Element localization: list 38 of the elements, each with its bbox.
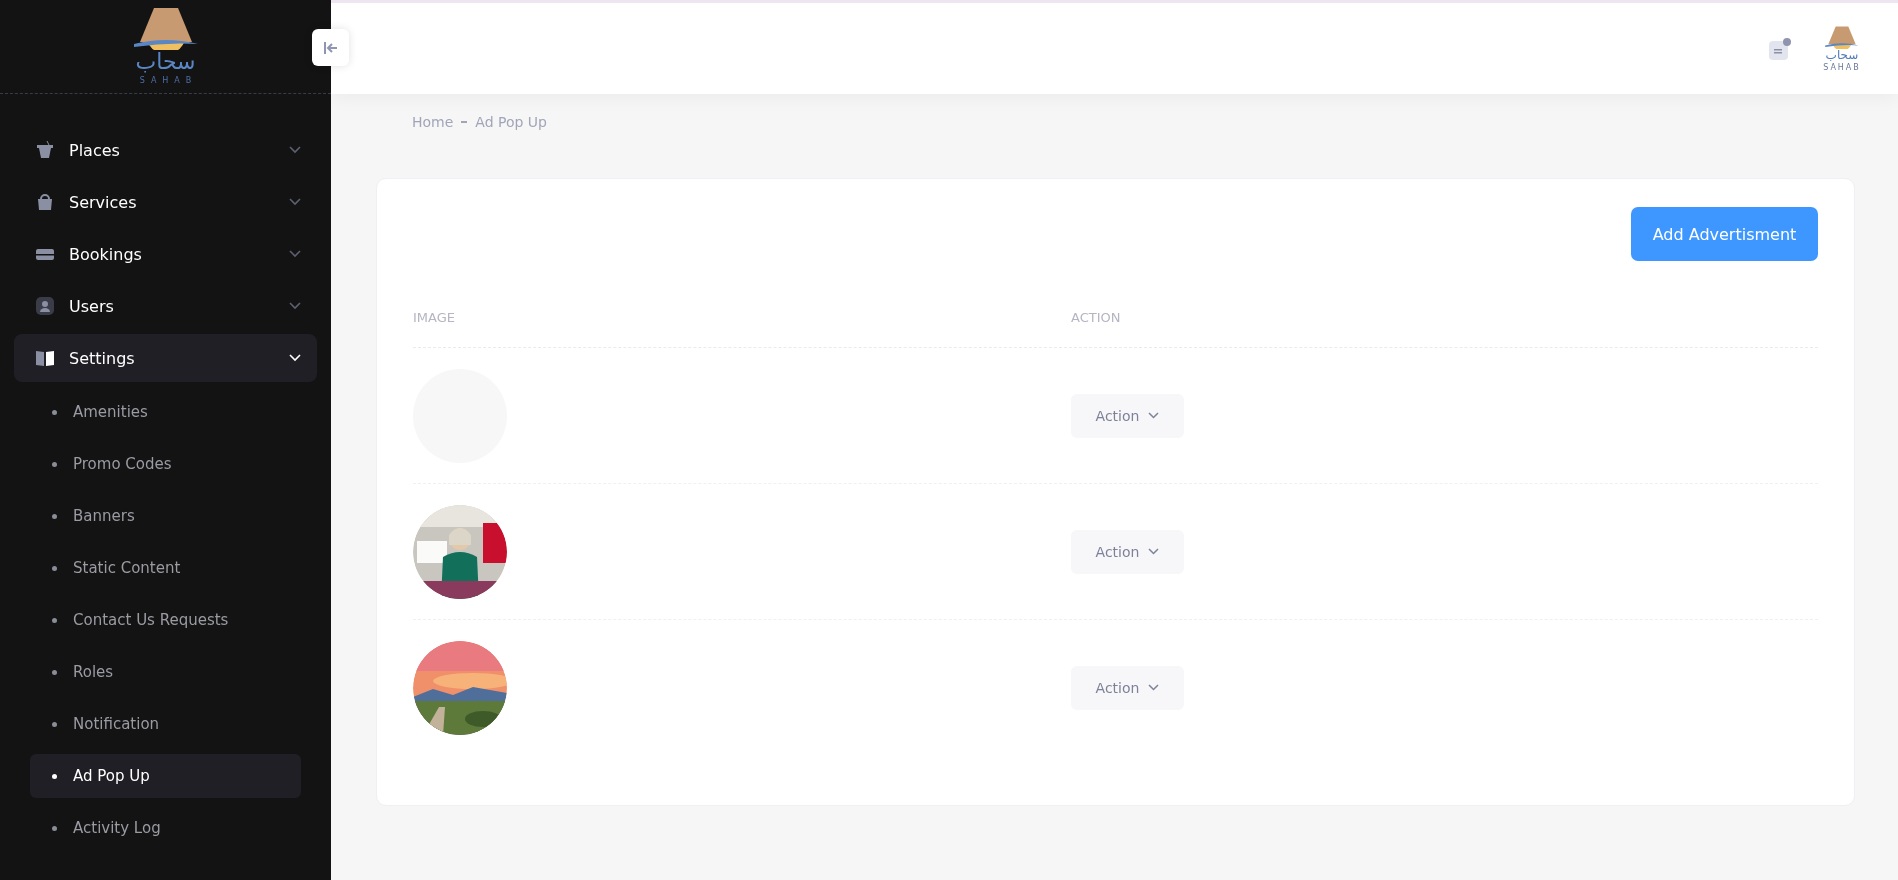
collapse-arrow-icon (322, 40, 339, 55)
chevron-down-icon (1148, 548, 1160, 555)
sidebar-item[interactable]: Places (14, 126, 317, 174)
sidebar-item[interactable]: Bookings (14, 230, 317, 278)
chevron-icon (289, 250, 301, 258)
sidebar-subitem[interactable]: Promo Codes (30, 442, 301, 486)
sidebar-item[interactable]: Settings (14, 334, 317, 382)
sidebar-item[interactable]: Users (14, 282, 317, 330)
column-header: IMAGE (413, 309, 456, 325)
action-dropdown[interactable]: Action (1071, 393, 1184, 438)
sidebar-item[interactable]: Services (14, 178, 317, 226)
book-icon (35, 348, 55, 368)
collapse-button[interactable] (312, 29, 349, 66)
sidebar-subitem[interactable]: Contact Us Requests (30, 598, 301, 642)
sidebar-subitem[interactable]: Banners (30, 494, 301, 538)
notification-icon[interactable] (1768, 36, 1792, 61)
chevron-icon (289, 146, 301, 154)
action-dropdown[interactable]: Action (1071, 665, 1184, 710)
logo-text: SAHAB (138, 76, 198, 85)
user-icon (35, 296, 55, 316)
column-header: ACTION (1071, 309, 1122, 325)
chevron-icon (289, 302, 301, 310)
sidebar-subitem[interactable]: Ad Pop Up (30, 754, 301, 798)
sidebar-subitem[interactable]: Roles (30, 650, 301, 694)
action-dropdown[interactable]: Action (1071, 529, 1184, 574)
chevron-icon (289, 198, 301, 206)
chevron-down-icon (1148, 412, 1160, 419)
sidebar-subitem[interactable]: Notification (30, 702, 301, 746)
bag-icon (35, 192, 55, 212)
logo-arabic: سحاب (1825, 49, 1859, 62)
chevron-down-icon (1148, 684, 1160, 691)
sidebar-subitem[interactable]: Activity Log (30, 806, 301, 850)
logo-text: SAHAB (1823, 63, 1861, 72)
logo-arabic: سحاب (135, 50, 196, 74)
basket-icon (35, 140, 55, 160)
sidebar-subitem[interactable]: Static Content (30, 546, 301, 590)
chevron-icon (289, 354, 301, 362)
sidebar-subitem[interactable]: Amenities (30, 390, 301, 434)
